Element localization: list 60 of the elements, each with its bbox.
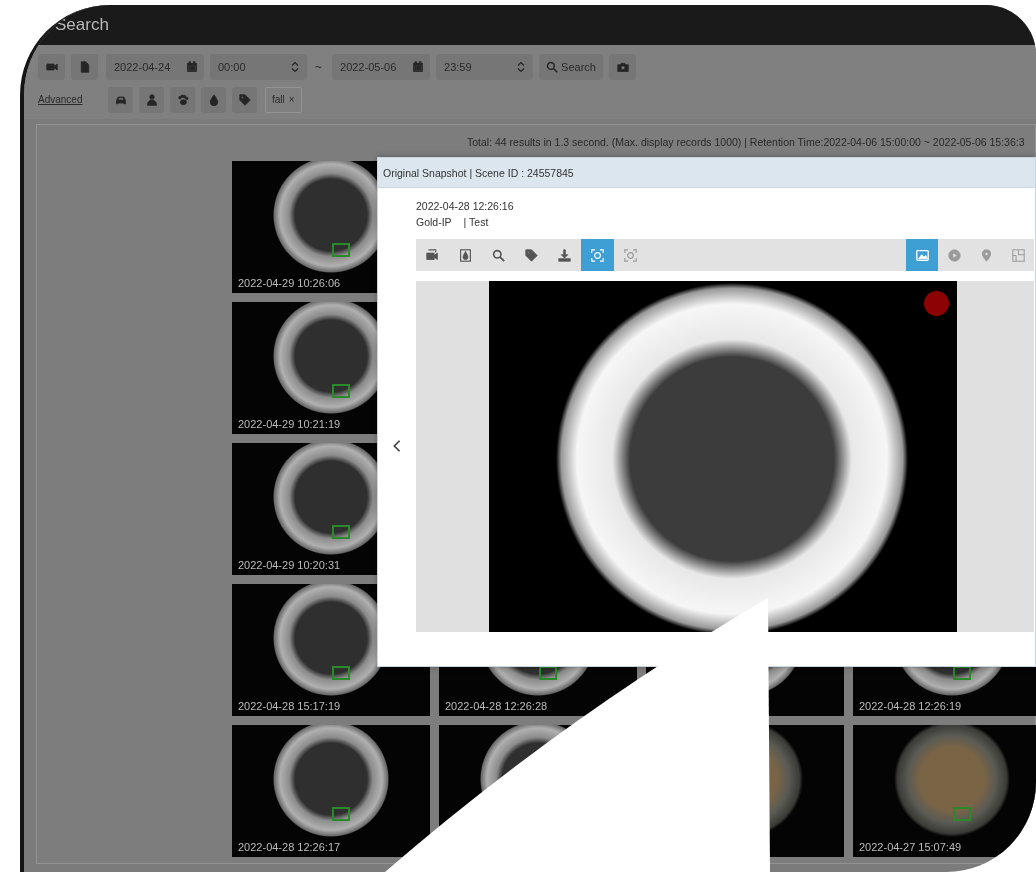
search-icon — [492, 248, 505, 262]
document-button[interactable] — [71, 53, 98, 80]
face-frame-icon — [591, 248, 604, 262]
snapshot-timestamp: 2022-04-29 10:21:19 — [238, 418, 341, 430]
location-pin-icon — [979, 248, 993, 262]
range-separator: ~ — [315, 59, 322, 74]
car-icon — [114, 93, 127, 106]
search-icon — [546, 60, 559, 73]
snapshot-timestamp: 2022-04-28 12:26:17 — [238, 841, 341, 853]
camera-icon — [616, 60, 629, 73]
detection-box — [332, 666, 350, 680]
person-filter-button[interactable] — [139, 86, 164, 113]
vehicle-filter-button[interactable] — [108, 86, 133, 113]
detection-box — [953, 807, 971, 821]
calendar-icon — [412, 60, 424, 73]
results-summary: Total: 44 results in 1.3 second. (Max. display records 1000) | Retention Time:2022-04-06 15:00:00 ~ 2022-05-06 15:36:3 — [466, 135, 1026, 150]
tag-icon — [525, 248, 538, 262]
date-field[interactable]: 2022-04-24 — [106, 53, 204, 80]
snapshot-timestamp: 2022-04-28 15:17:19 — [238, 700, 341, 712]
calendar-icon — [186, 60, 198, 73]
detection-box — [332, 243, 350, 257]
up-down-arrows-icon — [515, 60, 527, 73]
face-frame-icon — [624, 248, 637, 262]
animal-filter-button[interactable] — [170, 86, 195, 113]
tag-label: fall — [272, 94, 285, 105]
snapshot-timestamp: 2022-04-28 12:26:28 — [445, 700, 548, 712]
video-camera-button[interactable] — [38, 53, 65, 80]
image-icon — [915, 248, 929, 262]
tag-filter-button[interactable] — [232, 86, 257, 113]
image-view-tab[interactable] — [906, 239, 938, 271]
paw-icon — [176, 93, 189, 106]
remove-tag-button[interactable]: × — [288, 94, 295, 105]
video-camera-icon — [45, 60, 58, 73]
snapshot-timestamp: 2022-04-27 15:07:49 — [859, 841, 962, 853]
date-field[interactable]: 2022-05-06 — [332, 53, 430, 80]
snapshot-thumbnail[interactable]: 2022-04-27 15:07:49 — [853, 725, 1036, 857]
download-icon — [558, 248, 571, 262]
group-name: | Test — [463, 215, 489, 230]
snapshot-timestamp: 2022-04-29 10:20:31 — [238, 559, 341, 571]
time-field[interactable]: 00:00 — [210, 53, 307, 80]
floor-plan-icon — [1011, 248, 1025, 262]
detection-box — [332, 807, 350, 821]
snapshot-thumbnail[interactable]: 2022-04-28 12:26:17 — [232, 725, 430, 857]
time-field[interactable]: 23:59 — [436, 53, 533, 80]
tag-icon — [238, 93, 251, 106]
search-button[interactable]: Search — [539, 53, 603, 80]
snapshot-timestamp: 2022-04-28 12:26:19 — [859, 700, 962, 712]
play-icon — [947, 248, 961, 262]
drop-icon — [207, 93, 220, 106]
drop-filter-button[interactable] — [201, 86, 226, 113]
snapshot-timestamp: 2022-04-29 10:26:06 — [238, 277, 341, 289]
up-down-arrows-icon — [289, 60, 301, 73]
person-icon — [145, 93, 158, 106]
advanced-link[interactable]: Advanced — [38, 94, 102, 105]
snapshot-button[interactable] — [609, 53, 636, 80]
detection-box — [332, 384, 350, 398]
drop-frame-icon — [459, 248, 472, 262]
detection-box — [332, 525, 350, 539]
document-icon — [78, 60, 91, 73]
camera-export-icon — [426, 248, 439, 262]
